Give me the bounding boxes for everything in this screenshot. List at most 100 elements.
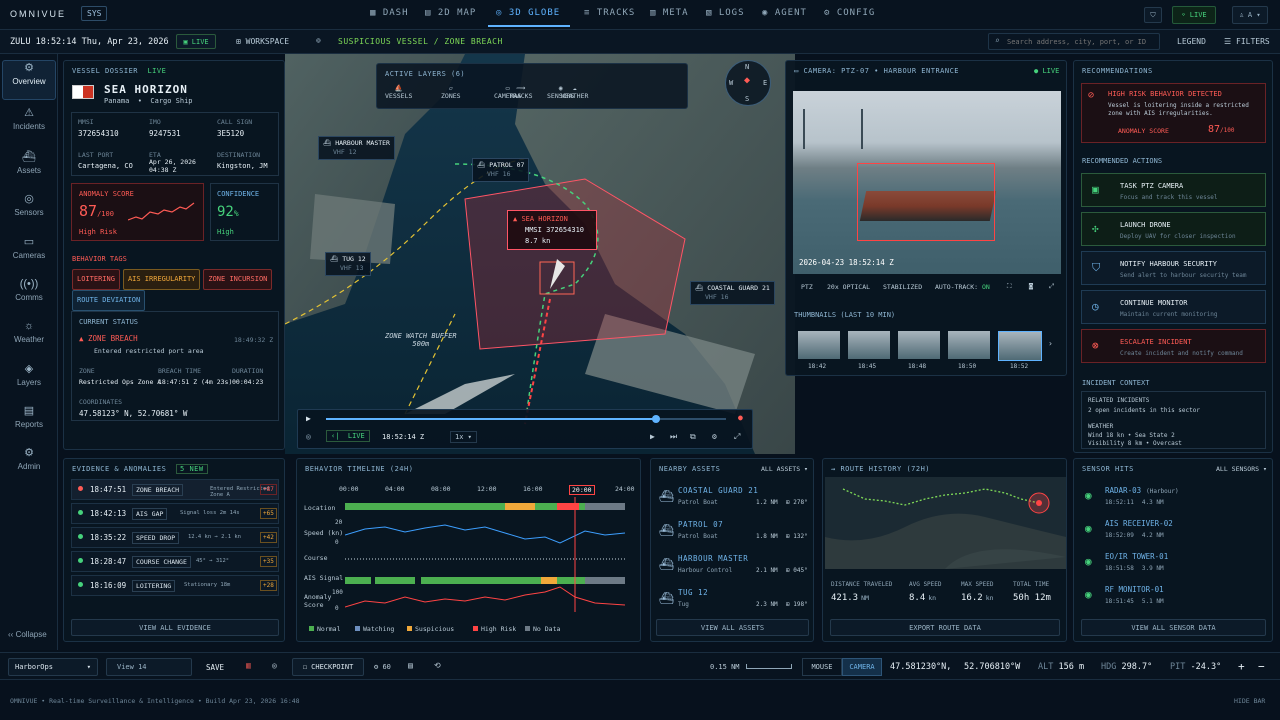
sidebar-item-sensors[interactable]: ◎ Sensors — [2, 192, 56, 232]
assets-filter[interactable]: ALL ASSETS ▾ — [761, 465, 808, 473]
step-icon[interactable]: ⏭ — [670, 432, 677, 442]
layer-weather[interactable]: ☁ WEATHER — [561, 84, 588, 100]
snapshot-icon[interactable]: ◙ — [1029, 282, 1033, 290]
camera-toggle[interactable]: CAMERA — [842, 658, 882, 676]
view-all-evidence[interactable]: VIEW ALL EVIDENCE — [71, 619, 279, 636]
sys-badge[interactable]: SYS — [81, 6, 108, 21]
target-icon[interactable]: ◎ — [306, 432, 311, 441]
hide-bar-button[interactable]: HIDE BAR — [1234, 697, 1265, 705]
tag-route-deviation[interactable]: ROUTE DEVIATION — [72, 290, 146, 311]
action-task-ptz[interactable]: ▣ TASK PTZ CAMERA Focus and track this v… — [1081, 173, 1266, 207]
thumbnail-1[interactable] — [848, 331, 890, 359]
nav-config[interactable]: ⚙ CONFIG — [824, 8, 875, 18]
export-route[interactable]: EXPORT ROUTE DATA — [830, 619, 1060, 636]
sidebar-item-reports[interactable]: ▤ Reports — [2, 404, 56, 444]
ptz-button[interactable]: PTZ — [801, 283, 813, 291]
stabilized-button[interactable]: STABILIZED — [883, 283, 922, 291]
nav-dash[interactable]: ▦ DASH — [370, 8, 409, 18]
trash-icon[interactable]: ▥ — [246, 661, 251, 670]
tag-loitering[interactable]: LOITERING — [72, 269, 120, 290]
play-icon[interactable]: ▶ — [306, 414, 311, 423]
sensors-filter[interactable]: ALL SENSORS ▾ — [1216, 465, 1267, 473]
zoom-out-icon[interactable]: − — [1258, 660, 1265, 673]
optical-button[interactable]: 20x OPTICAL — [827, 283, 870, 291]
settings-icon[interactable]: ⚙ — [712, 432, 717, 441]
view-all-sensors[interactable]: VIEW ALL SENSOR DATA — [1081, 619, 1266, 636]
sensor-row[interactable]: ◉ EO/IR TOWER-01 18:51:58 3.9 NM — [1081, 549, 1266, 579]
map-label-patrol-07[interactable]: ⛴ PATROL 07 VHF 16 — [472, 158, 530, 182]
evidence-row[interactable]: 18:47:51 ZONE BREACH Entered Restricted Zo… — [71, 479, 279, 500]
autotrack-toggle[interactable]: AUTO-TRACK: ON — [935, 283, 990, 291]
mouse-toggle[interactable]: MOUSE — [802, 658, 842, 676]
evidence-row[interactable]: 18:28:47 COURSE CHANGE 45° → 312° +35 — [71, 551, 279, 572]
fullscreen-icon[interactable]: ⤢ — [1049, 282, 1054, 291]
save-button[interactable]: SAVE — [206, 663, 224, 672]
loop-icon[interactable]: ⧉ — [690, 432, 696, 442]
user-menu[interactable]: ♙ A ▾ — [1232, 6, 1268, 24]
layer-zones[interactable]: ▱ ZONES — [441, 84, 461, 100]
zoom-in-icon[interactable]: + — [1238, 660, 1245, 673]
sidebar-item-layers[interactable]: ◈ Layers — [2, 362, 56, 402]
sidebar-item-incidents[interactable]: ⚠ Incidents — [2, 106, 56, 146]
compass[interactable]: N S E W ◆ — [725, 60, 771, 106]
play-button-icon[interactable]: ▶ — [650, 432, 655, 441]
tag-zone-incursion[interactable]: ZONE INCURSION — [203, 269, 273, 290]
chevron-right-icon[interactable]: › — [1048, 339, 1053, 348]
evidence-row[interactable]: 18:16:09 LOITERING Stationary 18m +28 — [71, 575, 279, 596]
camera-feed[interactable]: 2026-04-23 18:52:14 Z — [793, 91, 1061, 274]
nav-tracks[interactable]: ≡ TRACKS — [584, 8, 635, 18]
layer-tracks[interactable]: ⟿ TRACKS — [509, 84, 532, 100]
view-select[interactable]: View 14 — [106, 658, 192, 676]
sidebar-item-comms[interactable]: ((•)) Comms — [2, 278, 56, 318]
asset-row[interactable]: ⛴ COASTAL GUARD 21 Patrol Boat 1.2 NM ⊞ 278° — [656, 483, 809, 513]
nav-agent[interactable]: ◉ AGENT — [762, 8, 807, 18]
sidebar-item-assets[interactable]: ⛴ Assets — [2, 150, 56, 190]
live-playback-button[interactable]: ‹| LIVE — [326, 430, 370, 442]
map-label-coastal-guard[interactable]: ⛴ COASTAL GUARD 21 VHF 16 — [690, 281, 775, 305]
globe-map-view[interactable]: ACTIVE LAYERS (6) ⛵ VESSELS ▱ ZONES ▭ CAMER… — [285, 54, 795, 454]
evidence-row[interactable]: 18:42:13 AIS GAP Signal loss 2m 14s +65 — [71, 503, 279, 524]
collapse-button[interactable]: ‹‹ Collapse — [8, 630, 47, 639]
asset-row[interactable]: ⛴ HARBOUR MASTER Harbour Control 2.1 NM ⊞ 04… — [656, 551, 809, 581]
nav-meta[interactable]: ▥ META — [650, 8, 689, 18]
filters-button[interactable]: ☰ FILTERS — [1224, 37, 1270, 46]
thumbnail-2[interactable] — [898, 331, 940, 359]
shield-button[interactable]: ⛉ — [1144, 7, 1162, 23]
search-input[interactable] — [1007, 36, 1157, 48]
live-toggle[interactable]: ▣ LIVE — [176, 34, 216, 49]
action-continue-monitor[interactable]: ◷ CONTINUE MONITOR Maintain current moni… — [1081, 290, 1266, 324]
expand-icon[interactable]: ⤢ — [734, 432, 740, 442]
sidebar-item-admin[interactable]: ⚙ Admin — [2, 446, 56, 486]
sensor-row[interactable]: ◉ RADAR-03 (Harbour) 18:52:11 4.3 NM — [1081, 483, 1266, 513]
nav-3d-globe[interactable]: ◎ 3D GLOBE — [488, 8, 570, 27]
target-icon[interactable]: ◎ — [272, 661, 277, 670]
thumbnail-0[interactable] — [798, 331, 840, 359]
sidebar-item-weather[interactable]: ☼ Weather — [2, 320, 56, 360]
sensor-row[interactable]: ◉ AIS RECEIVER-02 18:52:09 4.2 NM — [1081, 516, 1266, 546]
thumbnail-3[interactable] — [948, 331, 990, 359]
map-target-callout[interactable]: ▲ SEA HORIZON MMSI 372654310 8.7 kn — [507, 210, 597, 250]
legend-button[interactable]: LEGEND — [1177, 37, 1206, 46]
workspace-select[interactable]: HarborOps ▾ — [8, 658, 98, 676]
sidebar-item-cameras[interactable]: ▭ Cameras — [2, 235, 56, 275]
route-map[interactable] — [825, 477, 1066, 569]
asset-row[interactable]: ⛴ PATROL 07 Patrol Boat 1.8 NM ⊞ 132° — [656, 517, 809, 547]
layers-icon[interactable]: ▤ — [408, 661, 413, 670]
evidence-row[interactable]: 18:35:22 SPEED DROP 12.4 kn → 2.1 kn +42 — [71, 527, 279, 548]
action-launch-drone[interactable]: ✣ LAUNCH DRONE Deploy UAV for closer ins… — [1081, 212, 1266, 246]
search-box[interactable]: ⌕ — [988, 33, 1160, 50]
view-all-assets[interactable]: VIEW ALL ASSETS — [656, 619, 809, 636]
record-icon[interactable]: ● — [738, 413, 743, 422]
playback-scrubber[interactable] — [326, 415, 726, 423]
nav-2d-map[interactable]: ▤ 2D MAP — [425, 8, 476, 18]
map-label-harbour-master[interactable]: ⛴ HARBOUR MASTER VHF 12 — [318, 136, 395, 160]
share-icon[interactable]: ⟲ — [434, 661, 441, 670]
checkpoint-button[interactable]: ☐ CHECKPOINT — [292, 658, 364, 676]
map-label-tug-12[interactable]: ⛴ TUG 12 VHF 13 — [325, 252, 371, 276]
layer-vessels[interactable]: ⛵ VESSELS — [385, 84, 412, 100]
scrubber-handle[interactable] — [652, 415, 660, 423]
sidebar-item-overview[interactable]: ⚙ Overview — [2, 60, 56, 100]
fit-icon[interactable]: ⛶ — [1007, 282, 1012, 291]
sensor-row[interactable]: ◉ RF MONITOR-01 18:51:45 5.1 NM — [1081, 582, 1266, 612]
thumbnail-4[interactable] — [998, 331, 1042, 361]
